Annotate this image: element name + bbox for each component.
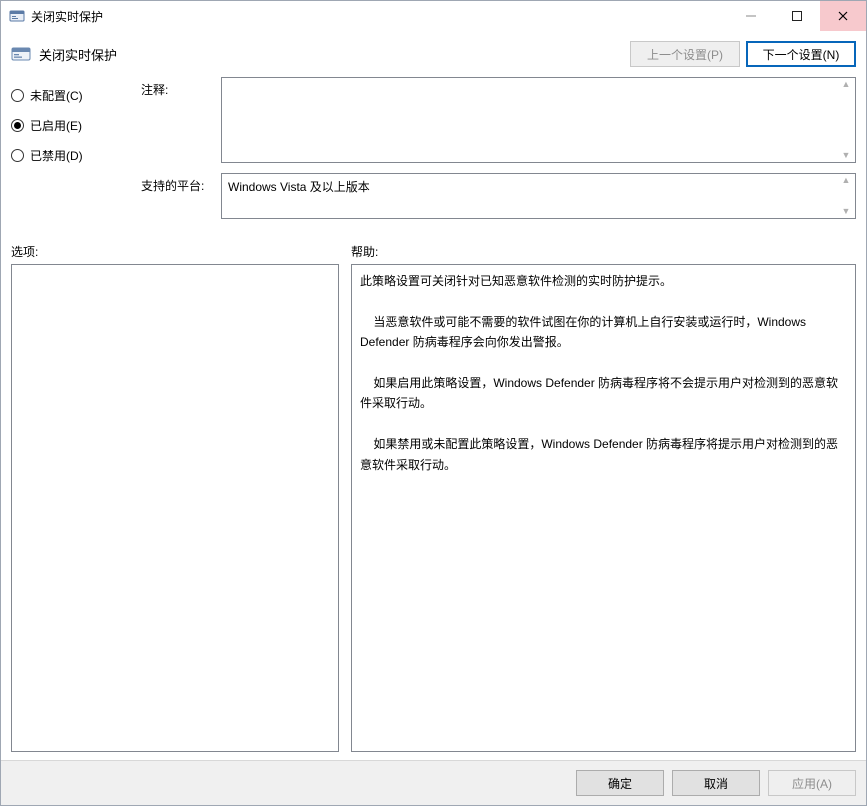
- policy-setting-icon: [11, 44, 31, 64]
- body-area: 关闭实时保护 上一个设置(P) 下一个设置(N) 未配置(C) 已启用(E) 已…: [1, 31, 866, 760]
- radio-enabled[interactable]: 已启用(E): [11, 113, 141, 137]
- policy-name: 关闭实时保护: [39, 45, 624, 64]
- radio-label: 已启用(E): [30, 117, 82, 134]
- scroll-down-icon: ▼: [839, 207, 853, 216]
- options-pane[interactable]: [11, 264, 339, 752]
- platform-textbox: Windows Vista 及以上版本 ▲ ▼: [221, 173, 856, 219]
- comment-textbox[interactable]: ▲ ▼: [221, 77, 856, 163]
- policy-object-icon: [9, 8, 25, 24]
- radio-disabled[interactable]: 已禁用(D): [11, 143, 141, 167]
- header-row: 关闭实时保护 上一个设置(P) 下一个设置(N): [11, 35, 856, 77]
- radio-icon: [11, 89, 24, 102]
- radio-label: 已禁用(D): [30, 147, 83, 164]
- titlebar: 关闭实时保护: [1, 1, 866, 31]
- comment-label: 注释:: [141, 77, 221, 163]
- help-label: 帮助:: [351, 243, 378, 260]
- window-title: 关闭实时保护: [31, 8, 728, 25]
- platform-value: Windows Vista 及以上版本: [228, 178, 837, 214]
- comment-value: [228, 82, 837, 158]
- help-pane[interactable]: 此策略设置可关闭针对已知恶意软件检测的实时防护提示。 当恶意软件或可能不需要的软…: [351, 264, 856, 752]
- radio-label: 未配置(C): [30, 87, 83, 104]
- apply-button[interactable]: 应用(A): [768, 770, 856, 796]
- lower-labels: 选项: 帮助:: [11, 243, 856, 260]
- platform-label: 支持的平台:: [141, 173, 221, 219]
- ok-button[interactable]: 确定: [576, 770, 664, 796]
- lower-panes: 此策略设置可关闭针对已知恶意软件检测的实时防护提示。 当恶意软件或可能不需要的软…: [11, 264, 856, 752]
- maximize-button[interactable]: [774, 1, 820, 31]
- scroll-up-icon: ▲: [839, 80, 853, 89]
- fields-column: 注释: ▲ ▼ 支持的平台: Windows Vista 及以上版本 ▲ ▼: [141, 77, 856, 229]
- previous-setting-button[interactable]: 上一个设置(P): [630, 41, 740, 67]
- options-label: 选项:: [11, 243, 351, 260]
- upper-section: 未配置(C) 已启用(E) 已禁用(D) 注释: ▲ ▼: [11, 77, 856, 229]
- scroll-up-icon: ▲: [839, 176, 853, 185]
- close-button[interactable]: [820, 1, 866, 31]
- platform-field-row: 支持的平台: Windows Vista 及以上版本 ▲ ▼: [141, 173, 856, 219]
- cancel-button[interactable]: 取消: [672, 770, 760, 796]
- radio-icon: [11, 149, 24, 162]
- footer: 确定 取消 应用(A): [1, 760, 866, 805]
- scroll-down-icon: ▼: [839, 151, 853, 160]
- minimize-button[interactable]: [728, 1, 774, 31]
- radio-not-configured[interactable]: 未配置(C): [11, 83, 141, 107]
- radio-icon: [11, 119, 24, 132]
- policy-editor-window: 关闭实时保护 关闭实时保护 上一个设置(P) 下一个设置(N): [0, 0, 867, 806]
- next-setting-button[interactable]: 下一个设置(N): [746, 41, 856, 67]
- comment-field-row: 注释: ▲ ▼: [141, 77, 856, 163]
- state-radio-group: 未配置(C) 已启用(E) 已禁用(D): [11, 77, 141, 229]
